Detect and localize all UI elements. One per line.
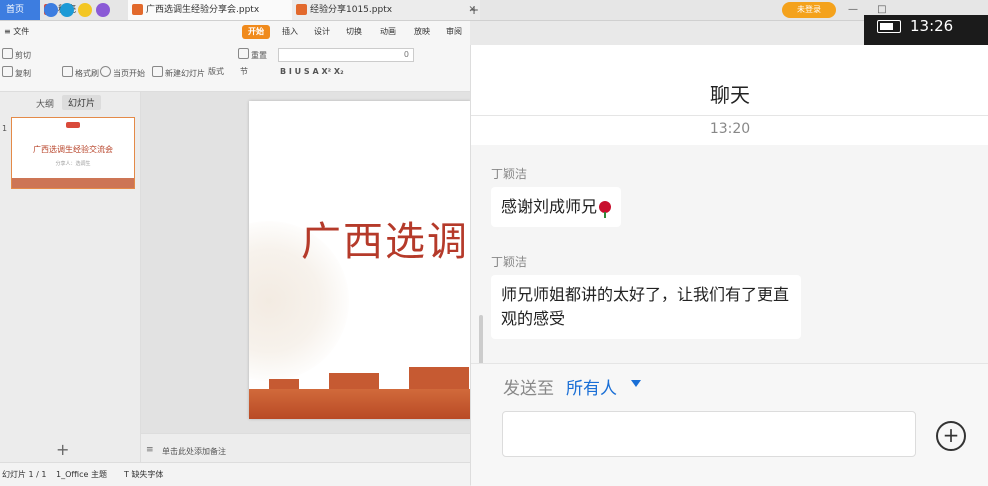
- notes-placeholder[interactable]: 单击此处添加备注: [162, 446, 226, 457]
- chat-title: 聊天: [710, 83, 750, 107]
- layout-button[interactable]: 版式: [208, 66, 224, 77]
- message-sender: 丁颖洁: [491, 255, 528, 269]
- cloud-icon[interactable]: [44, 3, 58, 17]
- bold-button[interactable]: B I U S A X² X₂: [280, 67, 344, 76]
- message-bubble[interactable]: 师兄师姐都讲的太好了，让我们有了更直观的感受: [491, 275, 801, 339]
- slide-thumbnail[interactable]: 广西选调生经验交流会 分享人：选调生: [11, 117, 135, 189]
- font-size-value: 0: [403, 50, 409, 59]
- tab-home-label: 首页: [6, 5, 25, 15]
- battery-icon: [877, 20, 901, 33]
- font-icon: T: [124, 470, 129, 479]
- pptx-icon: [132, 4, 143, 15]
- play-icon: [100, 66, 111, 77]
- tab-active-label: 广西选调生经验分享会.pptx: [146, 5, 260, 15]
- status-bar: 幻灯片 1 / 1 1_Office 主题 T 缺失字体: [0, 462, 470, 486]
- format-painter-button[interactable]: 格式刷: [62, 66, 99, 79]
- slides-panel: 大纲 幻灯片 1 广西选调生经验交流会 分享人：选调生 +: [0, 92, 141, 462]
- section-button[interactable]: 节: [240, 66, 248, 77]
- building-shape: [329, 373, 379, 389]
- message-bubble[interactable]: 感谢刘成师兄: [491, 187, 622, 227]
- tab-second-label: 经验分享1015.pptx: [310, 5, 393, 15]
- play-from-current-button[interactable]: 当页开始: [100, 66, 145, 79]
- add-attachment-button[interactable]: +: [936, 421, 966, 451]
- rose-icon: [599, 201, 612, 218]
- tab-slides[interactable]: 幻灯片: [62, 95, 102, 110]
- new-slide-icon: [152, 66, 163, 77]
- login-label: 未登录: [797, 5, 821, 14]
- new-tab-label: +: [468, 3, 480, 17]
- menu-row: ≡ 文件 开始 插入 设计 切换 动画 放映 审阅: [0, 23, 470, 41]
- thumbnail-subtitle: 分享人：选调生: [55, 161, 91, 167]
- send-area: 发送至 所有人 +: [471, 363, 988, 486]
- font-size-box[interactable]: 0: [278, 48, 414, 62]
- thumbnail-logo: [66, 122, 80, 128]
- menu-animation[interactable]: 动画: [380, 25, 396, 39]
- reset-icon: [238, 48, 249, 59]
- message-list[interactable]: 丁颖洁 感谢刘成师兄 丁颖洁 师兄师姐都讲的太好了，让我们有了更直观的感受: [471, 145, 988, 375]
- menu-play[interactable]: 放映: [414, 25, 430, 39]
- menu-insert[interactable]: 插入: [282, 25, 298, 39]
- scissors-icon: [2, 48, 13, 59]
- shield-icon[interactable]: [60, 3, 74, 17]
- slide-building-base: [249, 389, 471, 419]
- building-shape: [409, 367, 469, 389]
- slide-editor[interactable]: 广西选调: [249, 101, 471, 419]
- message-sender: 丁颖洁: [491, 167, 528, 181]
- menu-file[interactable]: ≡ 文件: [4, 25, 29, 39]
- building-shape: [269, 379, 299, 389]
- menu-start[interactable]: 开始: [242, 25, 270, 39]
- new-tab-button[interactable]: +: [466, 0, 482, 20]
- message-text: 师兄师姐都讲的太好了，让我们有了更直观的感受: [501, 285, 790, 328]
- copy-icon: [2, 66, 13, 77]
- chat-timestamp: 13:20: [709, 121, 751, 137]
- notes-icon: ≡: [146, 445, 154, 455]
- slide-title[interactable]: 广西选调: [301, 209, 469, 267]
- dropdown-caret-icon[interactable]: [631, 380, 641, 387]
- copy-button[interactable]: 复制: [2, 66, 31, 79]
- reset-button[interactable]: 重置: [238, 48, 267, 61]
- menu-design[interactable]: 设计: [314, 25, 330, 39]
- slide-number: 1: [2, 124, 8, 133]
- send-to-label: 发送至: [503, 379, 554, 399]
- ribbon-toolbar: ≡ 文件 开始 插入 设计 切换 动画 放映 审阅 剪切 复制 格式刷 当页开始…: [0, 21, 470, 92]
- new-slide-button[interactable]: 新建幻灯片: [152, 66, 205, 79]
- tab-active-presentation[interactable]: 广西选调生经验分享会.pptx ✕: [128, 0, 306, 20]
- thumbnail-buildings: [12, 178, 134, 188]
- chat-input[interactable]: [502, 411, 916, 457]
- thumbnail-title: 广西选调生经验交流会: [33, 145, 113, 154]
- status-missing-font[interactable]: T 缺失字体: [124, 469, 163, 480]
- status-theme: 1_Office 主题: [56, 470, 107, 479]
- phone-time: 13:26: [910, 17, 954, 35]
- message-text: 感谢刘成师兄: [501, 197, 598, 216]
- tab-outline[interactable]: 大纲: [36, 97, 54, 110]
- chat-header: 聊天: [471, 45, 988, 116]
- window-tab-bar: 首页 稻壳 广西选调生经验分享会.pptx ✕ 经验分享1015.pptx ✕ …: [0, 0, 988, 21]
- app-icon[interactable]: [96, 3, 110, 17]
- cut-button[interactable]: 剪切: [2, 48, 31, 61]
- status-page: 幻灯片 1 / 1: [2, 470, 47, 479]
- menu-review[interactable]: 审阅: [446, 25, 462, 39]
- tab-second-presentation[interactable]: 经验分享1015.pptx ✕: [292, 0, 480, 20]
- brush-icon: [62, 66, 73, 77]
- add-slide-button[interactable]: +: [56, 440, 69, 459]
- star-icon[interactable]: [78, 3, 92, 17]
- pptx-icon: [296, 4, 307, 15]
- send-to-dropdown[interactable]: 所有人: [566, 374, 617, 399]
- login-button[interactable]: 未登录: [782, 2, 836, 18]
- chat-panel: 聊天 13:20 丁颖洁 感谢刘成师兄 丁颖洁 师兄师姐都讲的太好了，让我们有了…: [470, 45, 988, 486]
- menu-switch[interactable]: 切换: [346, 25, 362, 39]
